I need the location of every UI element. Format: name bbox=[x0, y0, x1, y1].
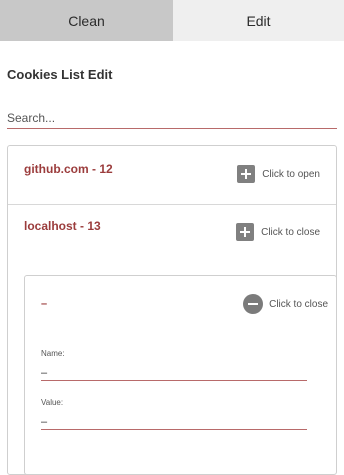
page-title: Cookies List Edit bbox=[7, 67, 113, 82]
divider bbox=[8, 204, 336, 205]
value-field-label: Value: bbox=[41, 398, 64, 407]
open-domain-button[interactable]: Click to open bbox=[237, 165, 320, 183]
tab-edit[interactable]: Edit bbox=[173, 0, 344, 41]
cookie-name-field[interactable] bbox=[41, 365, 307, 381]
close-domain-button[interactable]: Click to close bbox=[236, 223, 320, 241]
cookie-name[interactable]: – bbox=[41, 298, 47, 310]
close-cookie-button[interactable]: Click to close bbox=[243, 294, 328, 314]
tab-bar: Clean Edit bbox=[0, 0, 344, 41]
plus-icon bbox=[236, 223, 255, 241]
domain-localhost[interactable]: localhost - 13 bbox=[24, 219, 101, 233]
cookie-card: – Click to close Name: Value: bbox=[24, 275, 336, 474]
action-label: Click to close bbox=[269, 298, 328, 310]
search-input[interactable] bbox=[7, 108, 337, 129]
minus-circle-icon bbox=[243, 294, 264, 314]
action-label: Click to close bbox=[261, 226, 320, 238]
name-field-label: Name: bbox=[41, 349, 65, 358]
plus-icon bbox=[237, 165, 256, 183]
tab-clean[interactable]: Clean bbox=[0, 0, 173, 41]
cookie-domain-list: github.com - 12 Click to open localhost … bbox=[7, 145, 337, 475]
cookie-value-field[interactable] bbox=[41, 414, 307, 430]
domain-github[interactable]: github.com - 12 bbox=[24, 162, 113, 176]
action-label: Click to open bbox=[262, 168, 320, 180]
